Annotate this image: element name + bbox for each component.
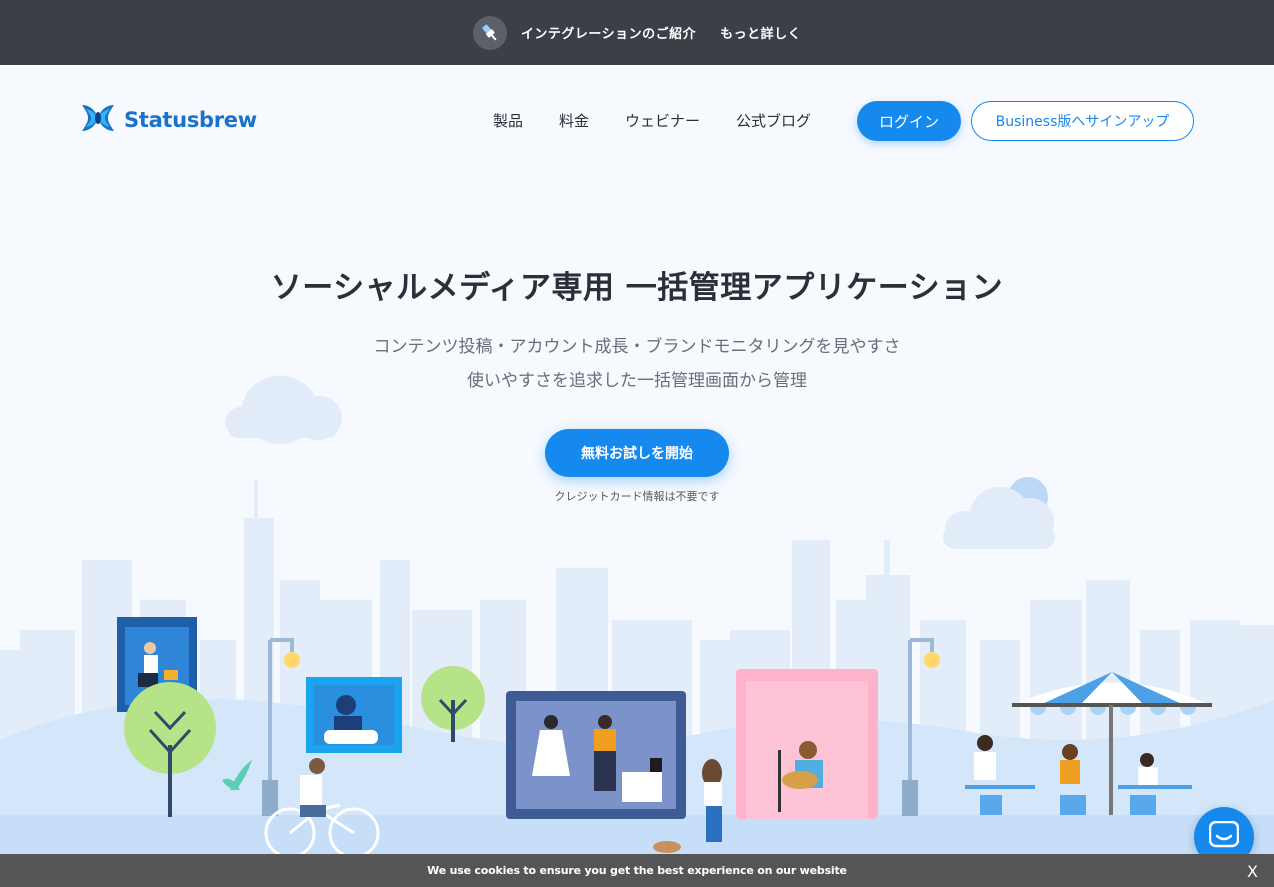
brand-name: Statusbrew	[124, 108, 257, 132]
promo-text: インテグレーションのご紹介	[520, 27, 697, 42]
nav-item-products[interactable]: 製品	[493, 110, 523, 131]
site-header: Statusbrew 製品 料金 ウェビナー 公式ブログ ログイン Busine…	[0, 65, 1274, 175]
butterfly-logo-icon	[80, 103, 116, 137]
business-signup-button[interactable]: Business版へサインアップ	[971, 101, 1194, 141]
start-free-trial-button[interactable]: 無料お試しを開始	[545, 429, 729, 477]
hero-subtitle-line1: コンテンツ投稿・アカウント成長・ブランドモニタリングを見やすさ	[373, 337, 901, 357]
cookie-text: We use cookies to ensure you get the bes…	[427, 864, 847, 877]
plug-icon	[472, 15, 507, 50]
no-credit-card-note: クレジットカード情報は不要です	[554, 490, 720, 503]
hero-title: ソーシャルメディア専用 一括管理アプリケーション	[270, 270, 1004, 306]
main-nav: 製品 料金 ウェビナー 公式ブログ	[493, 110, 847, 131]
nav-item-blog[interactable]: 公式ブログ	[736, 110, 811, 131]
chat-bubble-icon	[1208, 820, 1240, 853]
login-button[interactable]: ログイン	[857, 101, 961, 141]
promo-more-link[interactable]: もっと詳しく	[720, 23, 801, 42]
cookie-close-button[interactable]: X	[1247, 862, 1258, 881]
brand-logo[interactable]: Statusbrew	[80, 103, 257, 137]
cookie-banner: We use cookies to ensure you get the bes…	[0, 854, 1274, 887]
hero-subtitle-line2: 使いやすさを追求した一括管理画面から管理	[467, 371, 807, 391]
nav-item-pricing[interactable]: 料金	[559, 110, 589, 131]
nav-item-webinar[interactable]: ウェビナー	[625, 110, 700, 131]
promo-bar: インテグレーションのご紹介 もっと詳しく	[0, 0, 1274, 65]
